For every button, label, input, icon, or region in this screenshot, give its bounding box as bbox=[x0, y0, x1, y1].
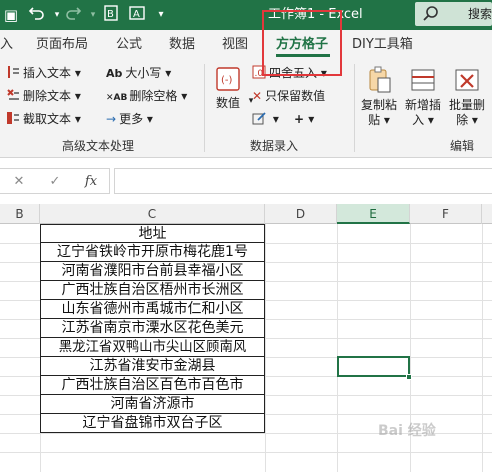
insert-text-icon bbox=[8, 66, 19, 78]
edit-cell-icon bbox=[252, 112, 266, 125]
tab-view[interactable]: 视图 bbox=[222, 34, 248, 56]
copy-paste-label: 复制粘 bbox=[360, 98, 397, 112]
column-header-c[interactable]: C bbox=[40, 204, 265, 224]
column-header-row: B C D E F bbox=[0, 204, 492, 224]
numeric-button[interactable]: (-) 数值 bbox=[210, 66, 246, 111]
group-divider bbox=[204, 64, 205, 152]
svg-text:B: B bbox=[107, 9, 114, 20]
group-divider bbox=[354, 64, 355, 152]
delete-space-icon: ✕AB bbox=[106, 93, 128, 103]
insert-text-label: 插入文本 bbox=[23, 66, 72, 80]
customize-toolbar-icon[interactable]: ▾ bbox=[150, 4, 172, 26]
edit-cell-button[interactable]: ▾ bbox=[252, 109, 279, 129]
search-icon bbox=[423, 6, 438, 21]
copy-paste-label-2: 贴 bbox=[368, 113, 381, 127]
delete-space-button[interactable]: ✕AB 删除空格 ▾ bbox=[106, 86, 187, 106]
ribbon-panel: 插入文本 ▾ 删除文本 ▾ 截取文本 ▾ Ab 大小写 ▾ ✕AB 删除空格 ▾ →… bbox=[0, 58, 492, 158]
extract-text-button[interactable]: 截取文本 ▾ bbox=[6, 109, 81, 129]
gridline bbox=[0, 452, 492, 453]
extract-text-icon bbox=[7, 112, 19, 124]
new-insert-button[interactable]: 新增插 入 ▾ bbox=[402, 66, 444, 128]
confirm-icon[interactable]: ✓ bbox=[46, 172, 64, 192]
active-cell-selection[interactable] bbox=[337, 356, 410, 377]
delete-text-icon bbox=[7, 89, 19, 100]
column-header-e[interactable]: E bbox=[337, 204, 410, 224]
formula-bar: ✕ ✓ fx bbox=[0, 166, 492, 196]
redo-icon[interactable] bbox=[62, 4, 84, 26]
tab-data[interactable]: 数据 bbox=[169, 34, 195, 56]
new-insert-label: 新增插 bbox=[404, 98, 441, 112]
address-cell[interactable]: 辽宁省盘锦市双台子区 bbox=[40, 414, 265, 433]
save-icon[interactable]: ▣ bbox=[0, 4, 22, 26]
fill-handle[interactable] bbox=[406, 374, 412, 380]
address-cell[interactable]: 广西壮族自治区百色市百色市 bbox=[40, 376, 265, 395]
delete-space-label: 删除空格 bbox=[129, 89, 178, 103]
more-button[interactable]: → 更多 ▾ bbox=[106, 109, 153, 129]
keep-value-icon: ✕ bbox=[252, 89, 263, 103]
batch-delete-label: 批量删 bbox=[448, 98, 485, 112]
address-cell[interactable]: 山东省德州市禹城市仁和小区 bbox=[40, 300, 265, 319]
tab-formulas[interactable]: 公式 bbox=[116, 34, 142, 56]
case-label: 大小写 bbox=[125, 66, 162, 80]
delete-text-label: 删除文本 bbox=[23, 89, 72, 103]
svg-text:(-): (-) bbox=[221, 75, 233, 86]
arrow-right-icon: → bbox=[106, 112, 117, 126]
copy-paste-button[interactable]: 复制粘 贴 ▾ bbox=[358, 66, 400, 128]
batch-delete-icon bbox=[455, 69, 479, 91]
batch-delete-button[interactable]: 批量删 除 ▾ bbox=[446, 66, 488, 128]
undo-icon[interactable] bbox=[26, 4, 48, 26]
case-button[interactable]: Ab 大小写 ▾ bbox=[106, 63, 171, 83]
group-label-edit: 编辑 bbox=[450, 139, 475, 153]
clipboard-icon bbox=[369, 66, 391, 93]
tab-highlight-box bbox=[262, 10, 342, 76]
tab-diy-toolbox[interactable]: DIY工具箱 bbox=[352, 34, 413, 56]
keep-value-label: 只保留数值 bbox=[265, 89, 326, 103]
formula-controls: ✕ ✓ fx bbox=[0, 168, 110, 194]
watermark: Bai 经验 bbox=[378, 423, 436, 439]
numeric-label: 数值 bbox=[215, 96, 240, 110]
address-cell[interactable]: 河南省濮阳市台前县幸福小区 bbox=[40, 262, 265, 281]
title-bar: ▣ ▾ ▾ B A ▾ 工作簿1 - Excel 搜索 bbox=[0, 0, 492, 30]
text-box-icon[interactable]: A bbox=[126, 4, 148, 26]
address-cell[interactable]: 广西壮族自治区梧州市长洲区 bbox=[40, 281, 265, 300]
column-header-d[interactable]: D bbox=[265, 204, 337, 224]
plus-button[interactable]: + ▾ bbox=[294, 109, 314, 129]
keep-value-button[interactable]: ✕ 只保留数值 bbox=[252, 86, 325, 106]
address-header-cell[interactable]: 地址 bbox=[40, 224, 265, 243]
address-cell[interactable]: 江苏省南京市溧水区花色美元 bbox=[40, 319, 265, 338]
group-label-text: 高级文本处理 bbox=[62, 139, 135, 153]
insert-rows-icon bbox=[411, 69, 435, 91]
address-cell[interactable]: 黑龙江省双鸭山市尖山区顾南风 bbox=[40, 338, 265, 357]
extract-text-label: 截取文本 bbox=[23, 112, 72, 126]
address-cell[interactable]: 辽宁省铁岭市开原市梅花鹿1号 bbox=[40, 243, 265, 262]
tab-page-layout[interactable]: 页面布局 bbox=[36, 34, 88, 56]
group-label-data: 数据录入 bbox=[250, 139, 299, 153]
case-icon: Ab bbox=[106, 67, 123, 80]
more-label: 更多 bbox=[119, 112, 144, 126]
search-box[interactable]: 搜索 bbox=[415, 2, 492, 26]
formula-input[interactable] bbox=[114, 168, 492, 194]
numeric-icon: (-) bbox=[216, 67, 240, 91]
new-insert-label-2: 入 bbox=[412, 113, 425, 127]
insert-function-icon[interactable]: fx bbox=[82, 172, 100, 192]
search-label: 搜索 bbox=[468, 7, 492, 21]
batch-delete-label-2: 除 bbox=[456, 113, 469, 127]
insert-text-button[interactable]: 插入文本 ▾ bbox=[6, 63, 81, 83]
address-cell[interactable]: 江苏省淮安市金湖县 bbox=[40, 357, 265, 376]
excel-kit-icon[interactable]: B bbox=[100, 4, 122, 26]
cancel-icon[interactable]: ✕ bbox=[10, 172, 28, 192]
delete-text-button[interactable]: 删除文本 ▾ bbox=[6, 86, 81, 106]
column-header-f[interactable]: F bbox=[410, 204, 482, 224]
tab-insert[interactable]: 入 bbox=[0, 34, 13, 56]
svg-text:A: A bbox=[133, 9, 140, 20]
column-header-b[interactable]: B bbox=[0, 204, 40, 224]
address-cell[interactable]: 河南省济源市 bbox=[40, 395, 265, 414]
ribbon-tabs: 入 页面布局 公式 数据 视图 方方格子 DIY工具箱 bbox=[0, 30, 492, 58]
plus-label: + bbox=[294, 112, 305, 126]
